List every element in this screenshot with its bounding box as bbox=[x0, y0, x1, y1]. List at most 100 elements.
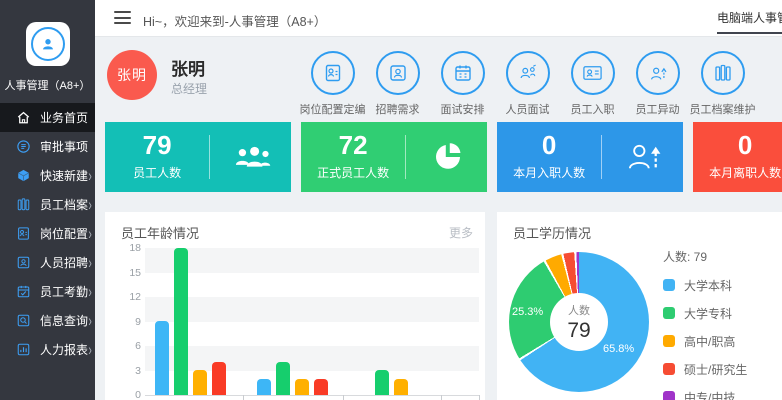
pie-chart-icon bbox=[409, 122, 487, 192]
quick-action-label: 员工入职 bbox=[571, 101, 615, 117]
y-axis-label: 6 bbox=[135, 340, 141, 352]
legend-item[interactable]: 大学专科 bbox=[663, 305, 747, 321]
sidebar-item-label: 审批事项 bbox=[40, 138, 88, 155]
stat-value: 72 bbox=[301, 131, 405, 159]
person-up-arrow-icon bbox=[636, 51, 680, 95]
bar-red-group2 bbox=[314, 379, 328, 395]
user-name: 张明 bbox=[171, 55, 205, 80]
sidebar-item-label: 信息查询 bbox=[40, 312, 88, 329]
sidebar-item-label: 岗位配置 bbox=[40, 225, 88, 242]
quick-action-onboarding[interactable]: 员工入职 bbox=[560, 51, 625, 117]
stat-card-monthly-leavers[interactable]: 0 本月离职人数 bbox=[693, 122, 782, 192]
y-axis-label: 15 bbox=[129, 267, 141, 279]
grid-band bbox=[145, 297, 479, 322]
grid-band bbox=[145, 273, 479, 298]
education-chart-title: 员工学历情况 bbox=[513, 223, 591, 242]
chevron-right-icon: › bbox=[88, 166, 91, 185]
legend-label: 中专/中技 bbox=[684, 389, 735, 400]
legend-item[interactable]: 高中/职高 bbox=[663, 333, 747, 349]
app-name: 人事管理（A8+） bbox=[0, 77, 95, 93]
quick-action-transfer[interactable]: 员工异动 bbox=[625, 51, 690, 117]
quick-action-label: 招聘需求 bbox=[376, 101, 420, 117]
sidebar-item-label: 员工考勤 bbox=[40, 283, 88, 300]
sidebar-item-approvals[interactable]: 审批事项 bbox=[0, 132, 95, 161]
person-logo-icon bbox=[31, 27, 65, 61]
grid-band bbox=[145, 248, 479, 273]
age-chart-yaxis: 1815129630 bbox=[111, 248, 141, 395]
sidebar-menu: 业务首页 审批事项 快速新建 › 员工档案 › 岗位配置 › bbox=[0, 103, 95, 364]
quick-action-label: 岗位配置定编 bbox=[300, 101, 366, 117]
quick-action-position-config[interactable]: 岗位配置定编 bbox=[300, 51, 365, 117]
device-tab-pc-hr[interactable]: 电脑端人事管理 bbox=[717, 9, 782, 34]
legend-swatch bbox=[663, 279, 675, 291]
legend-label: 大学专科 bbox=[684, 305, 732, 322]
stat-value: 79 bbox=[105, 131, 209, 159]
id-card-icon bbox=[571, 51, 615, 95]
quick-action-interview-schedule[interactable]: 面试安排 bbox=[430, 51, 495, 117]
app-logo[interactable] bbox=[26, 22, 70, 66]
more-link[interactable]: 更多 bbox=[449, 224, 473, 241]
sidebar-item-position-config[interactable]: 岗位配置 › bbox=[0, 219, 95, 248]
bar-blue-group1 bbox=[155, 321, 169, 395]
legend-swatch bbox=[663, 307, 675, 319]
divider bbox=[209, 135, 210, 179]
sidebar-item-label: 人员招聘 bbox=[40, 254, 88, 271]
sidebar-item-home[interactable]: 业务首页 bbox=[0, 103, 95, 132]
sidebar-item-attendance[interactable]: 员工考勤 › bbox=[0, 277, 95, 306]
education-chart-panel: 员工学历情况 65.8% 25.3% 人数 79 人数: 79 大学本科 大学专… bbox=[497, 212, 782, 400]
age-chart-plot bbox=[145, 248, 479, 396]
sidebar-item-info-search[interactable]: 信息查询 › bbox=[0, 306, 95, 335]
stat-card-monthly-hires[interactable]: 0 本月入职人数 bbox=[497, 122, 683, 192]
approval-list-icon bbox=[15, 139, 31, 155]
cube-icon bbox=[15, 168, 31, 184]
quick-action-file-maintain[interactable]: 员工档案维护 bbox=[690, 51, 755, 117]
education-legend: 人数: 79 大学本科 大学专科 高中/职高 硕士/研究生 中专/中技 bbox=[663, 248, 747, 400]
legend-label: 高中/职高 bbox=[684, 333, 735, 350]
stat-label: 本月入职人数 bbox=[497, 164, 601, 181]
stat-card-total-employees[interactable]: 79 员工人数 bbox=[105, 122, 291, 192]
sidebar-item-recruiting[interactable]: 人员招聘 › bbox=[0, 248, 95, 277]
grid-band bbox=[145, 346, 479, 371]
divider bbox=[405, 135, 406, 179]
y-axis-label: 0 bbox=[135, 389, 141, 400]
sidebar-item-quick-create[interactable]: 快速新建 › bbox=[0, 161, 95, 190]
stat-label: 正式员工人数 bbox=[301, 164, 405, 181]
avatar[interactable]: 张明 bbox=[107, 50, 157, 100]
bar-orange-group2 bbox=[295, 379, 309, 395]
y-axis-label: 9 bbox=[135, 316, 141, 328]
x-axis-tick bbox=[343, 395, 344, 400]
stat-card-formal-employees[interactable]: 72 正式员工人数 bbox=[301, 122, 487, 192]
sidebar-item-employee-files[interactable]: 员工档案 › bbox=[0, 190, 95, 219]
sidebar-item-hr-reports[interactable]: 人力报表 › bbox=[0, 335, 95, 364]
legend-title: 人数: 79 bbox=[663, 248, 747, 265]
x-axis-tick bbox=[441, 395, 442, 400]
quick-action-interview[interactable]: 人员面试 bbox=[495, 51, 560, 117]
sidebar-item-label: 员工档案 bbox=[40, 196, 88, 213]
legend-swatch bbox=[663, 391, 675, 400]
donut-percent-label: 65.8% bbox=[603, 343, 634, 355]
sidebar-item-label: 业务首页 bbox=[40, 109, 88, 126]
bar-blue-group2 bbox=[257, 379, 271, 395]
quick-action-recruit-need[interactable]: 招聘需求 bbox=[365, 51, 430, 117]
report-chart-icon bbox=[15, 342, 31, 358]
hamburger-menu-icon[interactable] bbox=[114, 11, 131, 24]
donut-percent-label: 25.3% bbox=[512, 306, 543, 318]
donut-center: 人数 79 bbox=[550, 293, 608, 351]
y-axis-label: 18 bbox=[129, 242, 141, 254]
chevron-right-icon: › bbox=[88, 195, 91, 214]
badge-icon bbox=[311, 51, 355, 95]
legend-item[interactable]: 硕士/研究生 bbox=[663, 361, 747, 377]
interview-people-icon bbox=[506, 51, 550, 95]
education-donut: 65.8% 25.3% 人数 79 bbox=[509, 252, 649, 392]
legend-item[interactable]: 中专/中技 bbox=[663, 389, 747, 400]
legend-item[interactable]: 大学本科 bbox=[663, 277, 747, 293]
archive-books-icon bbox=[701, 51, 745, 95]
people-group-icon bbox=[213, 122, 291, 192]
stat-label: 员工人数 bbox=[105, 164, 209, 181]
age-chart-title: 员工年龄情况 bbox=[121, 223, 199, 242]
stat-value: 0 bbox=[497, 131, 601, 159]
quick-action-label: 员工异动 bbox=[636, 101, 680, 117]
chevron-right-icon: › bbox=[88, 282, 91, 301]
y-axis-label: 3 bbox=[135, 365, 141, 377]
topbar: Hi~，欢迎来到-人事管理（A8+） 电脑端人事管理 bbox=[95, 0, 782, 37]
